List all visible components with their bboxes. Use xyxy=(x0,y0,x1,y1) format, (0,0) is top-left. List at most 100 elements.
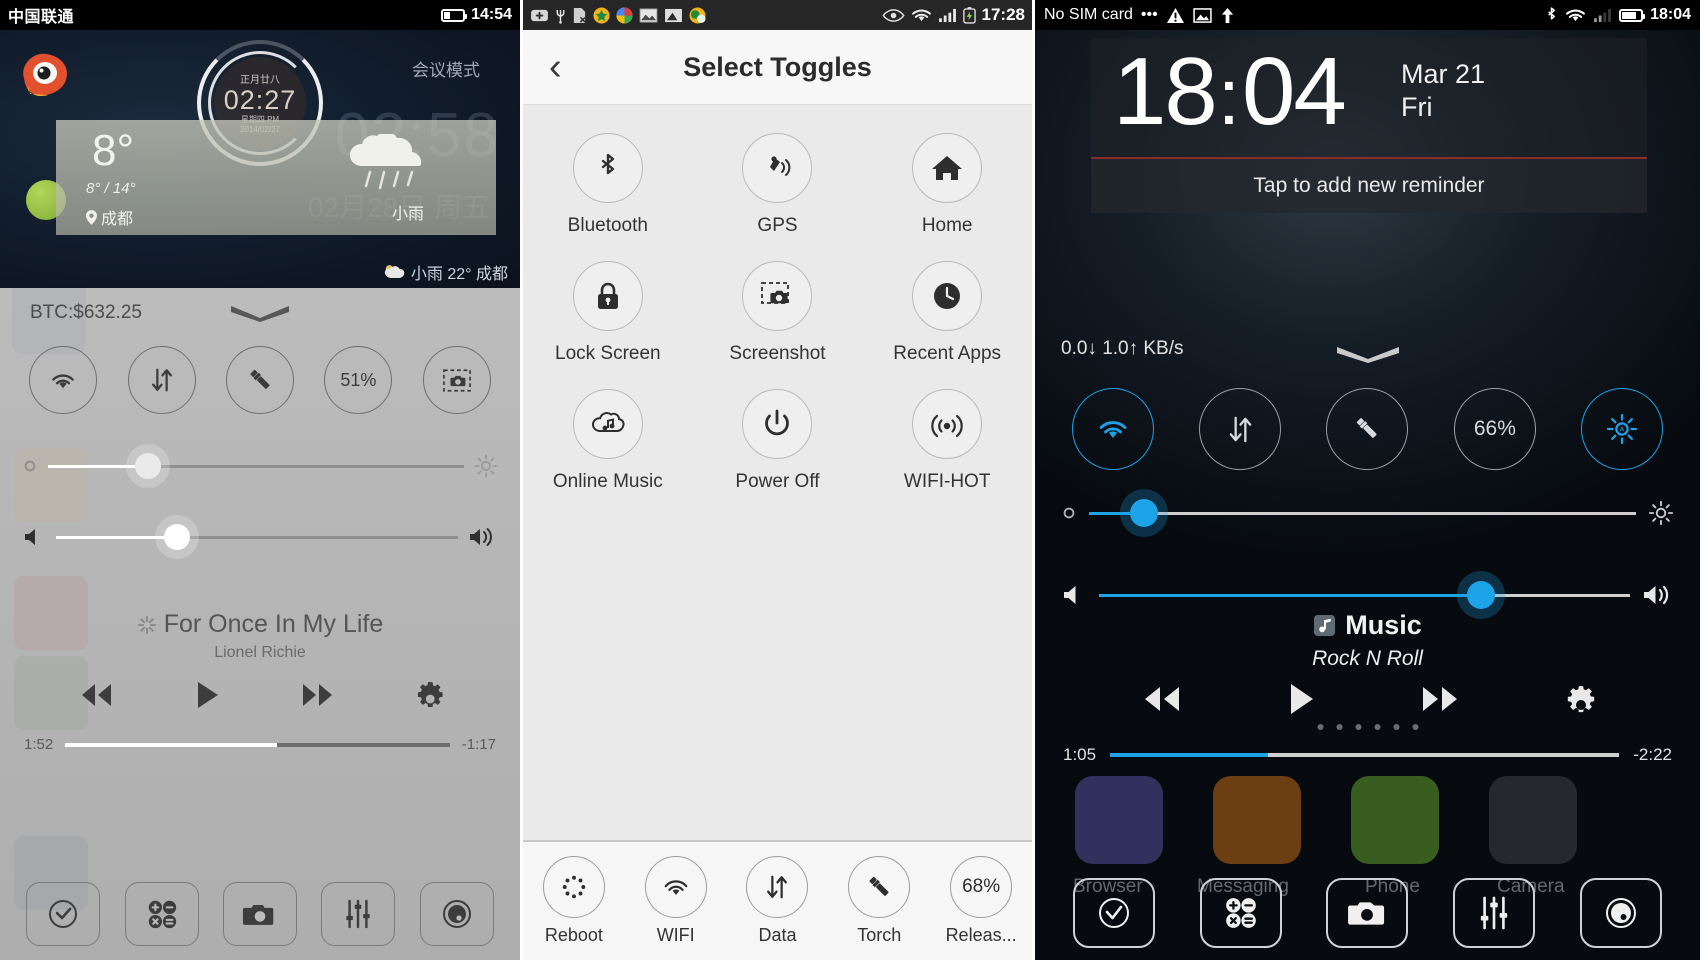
statusbar-clock-right: 18:04 xyxy=(1650,6,1691,23)
bluetooth-icon xyxy=(572,133,643,203)
online-music-icon xyxy=(572,389,643,459)
wifi-icon xyxy=(911,8,932,23)
settings-gear-icon[interactable] xyxy=(1565,682,1599,716)
back-button[interactable]: ‹ xyxy=(549,48,562,86)
battery-percent-label: 66% xyxy=(1473,417,1516,440)
brightness-track[interactable] xyxy=(48,453,464,479)
remaining-time: -1:17 xyxy=(461,736,496,753)
usb-icon xyxy=(555,7,566,24)
bottom-label: Torch xyxy=(857,925,902,945)
dock-calculator-icon[interactable] xyxy=(1199,878,1282,948)
volume-track[interactable] xyxy=(1099,581,1630,609)
progress-track[interactable] xyxy=(65,742,450,747)
next-button[interactable] xyxy=(1415,684,1467,714)
signal-icon xyxy=(1593,8,1612,23)
volume-knob[interactable] xyxy=(163,524,190,550)
play-button[interactable] xyxy=(194,680,220,710)
bottom-item-battery[interactable]: 68% Releas... xyxy=(930,842,1032,960)
clock-hours: 18 xyxy=(1113,38,1218,145)
dock-record-icon[interactable] xyxy=(419,882,494,946)
brightness-slider-row-right xyxy=(1035,499,1700,527)
dock-camera-icon[interactable] xyxy=(1326,878,1409,948)
bottom-item-torch[interactable]: Torch xyxy=(828,842,930,960)
statusbar-icons-group xyxy=(530,6,706,24)
grid-item-wifi-hotspot[interactable]: WIFI-HOT xyxy=(862,389,1032,493)
toggle-screenshot[interactable] xyxy=(422,346,491,414)
grid-item-lock-screen[interactable]: Lock Screen xyxy=(523,261,693,365)
bottom-item-reboot[interactable]: Reboot xyxy=(523,842,625,960)
dock-check-circle-icon[interactable] xyxy=(1073,878,1156,948)
charging-battery-icon xyxy=(962,6,976,24)
bottom-item-wifi[interactable]: WIFI xyxy=(625,842,727,960)
volume-knob[interactable] xyxy=(1467,581,1496,609)
warning-icon xyxy=(1166,7,1185,24)
carrier-label: No SIM card xyxy=(1044,6,1133,23)
progress-track[interactable] xyxy=(1110,753,1620,757)
dot xyxy=(1317,724,1323,730)
play-button[interactable] xyxy=(1286,682,1316,716)
grid-label: GPS xyxy=(757,215,798,236)
lockscreen-clock-card[interactable]: 18 : 04 Mar 21 Fri Tap to add new remind… xyxy=(1091,38,1647,213)
toggle-wifi[interactable] xyxy=(1071,388,1154,470)
quick-toggles-row-right: 66% A xyxy=(1035,388,1700,470)
dock-equalizer-icon[interactable] xyxy=(321,882,396,946)
volume-track[interactable] xyxy=(56,524,458,550)
settings-gear-icon[interactable] xyxy=(416,680,446,710)
dot xyxy=(1336,724,1342,730)
brightness-knob[interactable] xyxy=(1129,499,1158,527)
panel-right-control-center: No SIM card ••• 18:04 18 : 04 Mar 21 Fri xyxy=(1035,0,1700,960)
statusbar-clock-middle: 17:28 xyxy=(981,5,1025,24)
brightness-high-icon xyxy=(474,454,498,478)
grid-item-online-music[interactable]: Online Music xyxy=(523,389,693,493)
battery-percent-badge: 68% xyxy=(950,856,1013,918)
grid-item-bluetooth[interactable]: Bluetooth xyxy=(523,133,693,237)
gallery-icon xyxy=(1193,7,1212,23)
toggle-brightness[interactable]: A xyxy=(1581,388,1664,470)
toggle-mobile-data[interactable] xyxy=(127,346,196,414)
gps-icon xyxy=(742,133,813,203)
weather-city-row: 成都 xyxy=(86,205,133,229)
grid-label: WIFI-HOT xyxy=(903,471,991,492)
dock-calculator-icon[interactable] xyxy=(124,882,199,946)
previous-button[interactable] xyxy=(75,682,117,708)
dot xyxy=(1412,724,1418,730)
brightness-knob[interactable] xyxy=(134,453,161,479)
grid-item-recent-apps[interactable]: Recent Apps xyxy=(862,261,1032,365)
drawer-handle[interactable] xyxy=(1335,345,1401,363)
dock-check-circle-icon[interactable] xyxy=(26,882,101,946)
grid-item-home[interactable]: Home xyxy=(862,133,1032,237)
wifi-icon xyxy=(1565,8,1586,23)
volume-slider-row-right xyxy=(1035,581,1700,609)
bottom-item-data[interactable]: Data xyxy=(727,842,829,960)
reminder-prompt[interactable]: Tap to add new reminder xyxy=(1091,157,1647,213)
toggle-battery[interactable]: 51% xyxy=(324,346,393,414)
panel-left-control-center: 会议模式 02:58 02月28日 周五 正月廿八 02:27 星期四 PM 2… xyxy=(0,0,520,960)
brightness-low-icon xyxy=(22,458,38,474)
toggle-torch[interactable] xyxy=(1326,388,1409,470)
dock-camera-icon[interactable] xyxy=(222,882,297,946)
grid-label: Home xyxy=(921,215,973,236)
dot xyxy=(1355,724,1361,730)
grid-item-power-off[interactable]: Power Off xyxy=(693,389,863,493)
lock-icon xyxy=(572,261,643,331)
statusbar-middle-right: 17:28 xyxy=(881,5,1025,25)
app-eye-icon[interactable] xyxy=(18,48,72,102)
toggle-torch[interactable] xyxy=(225,346,294,414)
dock-equalizer-icon[interactable] xyxy=(1453,878,1536,948)
dock-record-icon[interactable] xyxy=(1579,878,1662,948)
grid-item-gps[interactable]: GPS xyxy=(693,133,863,237)
toggle-wifi[interactable] xyxy=(29,346,98,414)
app-icon-3 xyxy=(689,6,706,24)
drawer-handle[interactable] xyxy=(229,304,291,322)
quick-toggles-row: 51% xyxy=(0,346,520,414)
weather-widget[interactable]: 8° 8° / 14° 成都 小雨 xyxy=(56,120,496,235)
toggle-battery[interactable]: 66% xyxy=(1453,388,1536,470)
previous-button[interactable] xyxy=(1136,684,1188,714)
bluetooth-icon xyxy=(1545,6,1558,25)
weather-strip-text: 小雨 22° 成都 xyxy=(410,266,508,283)
page-indicator-dots xyxy=(1317,724,1418,730)
brightness-track[interactable] xyxy=(1089,499,1636,527)
toggle-mobile-data[interactable] xyxy=(1199,388,1282,470)
grid-item-screenshot[interactable]: Screenshot xyxy=(693,261,863,365)
next-button[interactable] xyxy=(297,682,339,708)
